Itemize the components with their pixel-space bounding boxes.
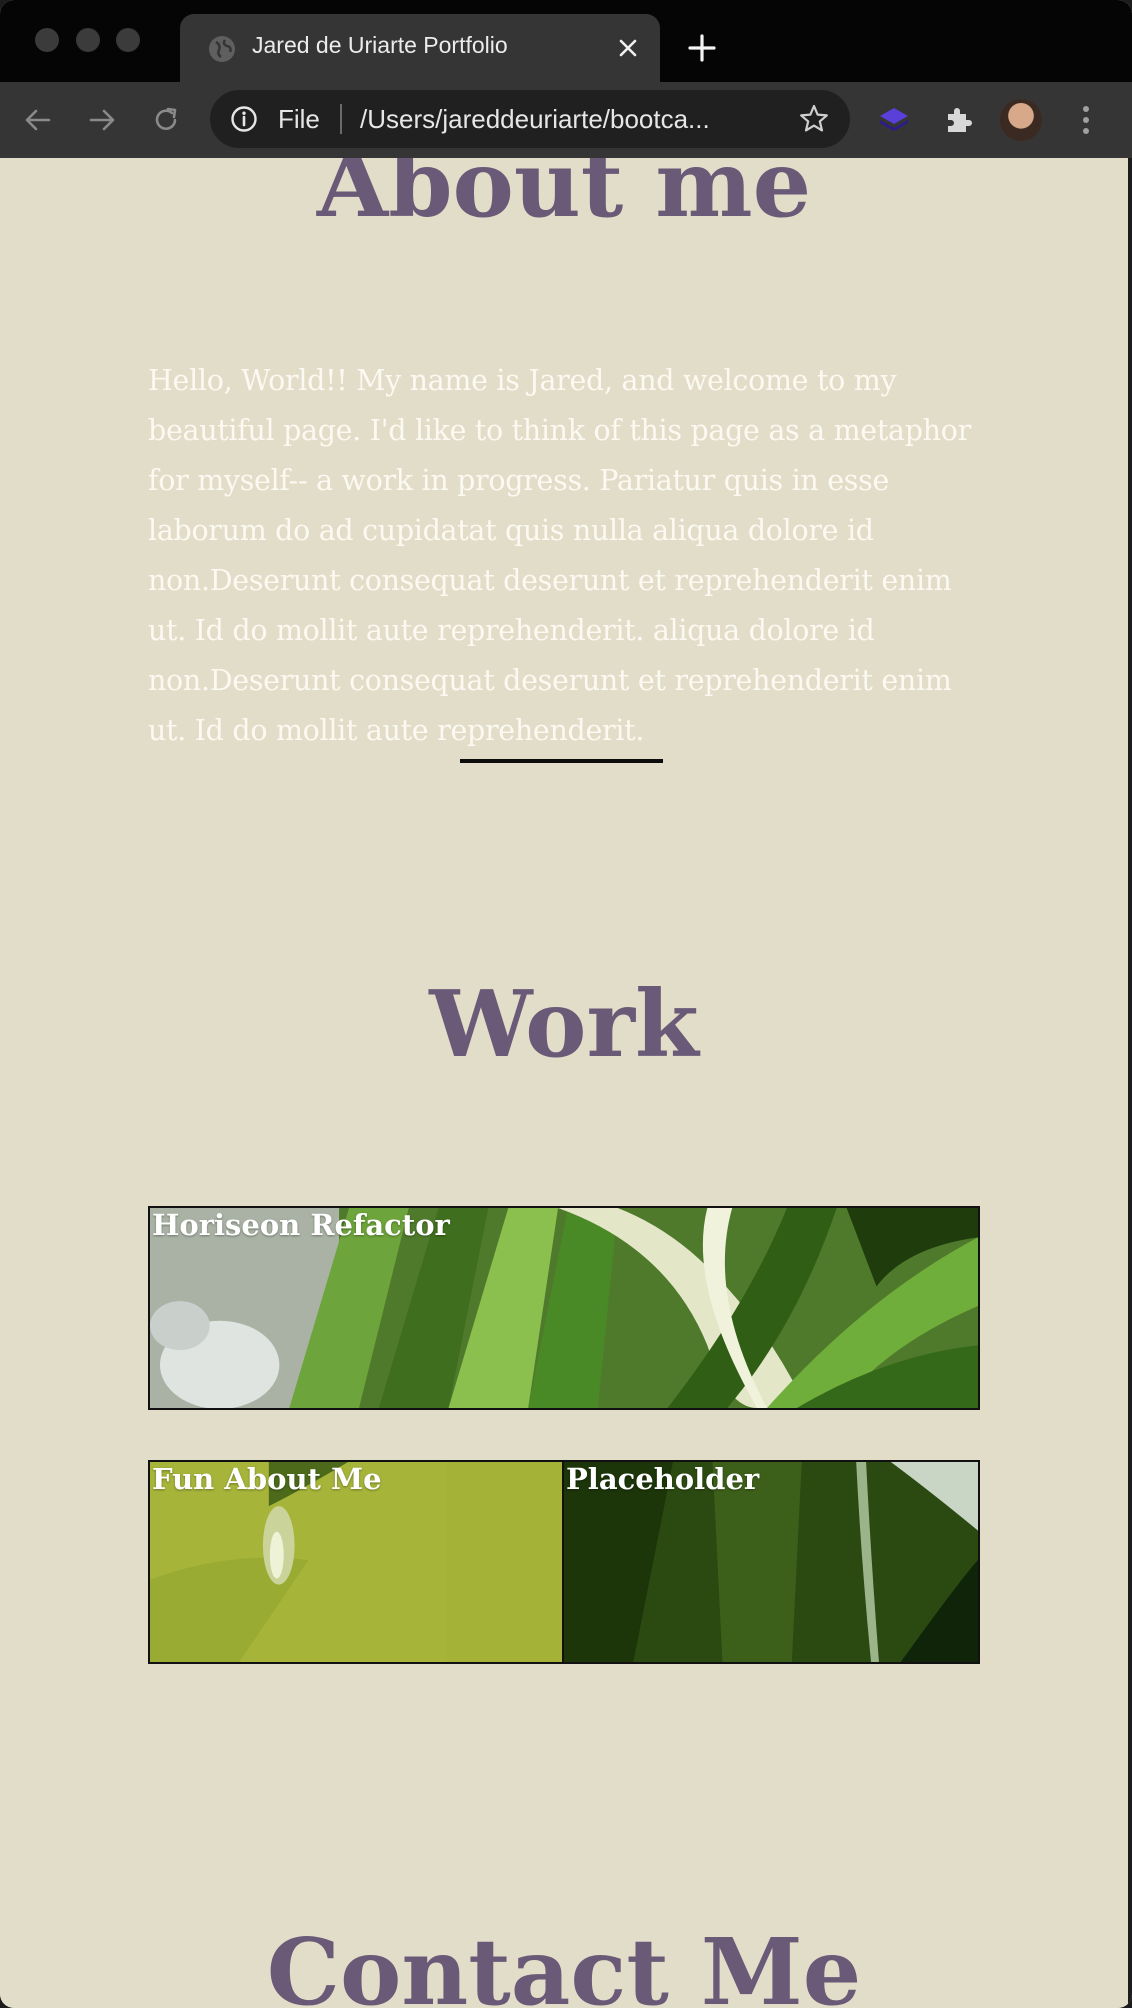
extensions-puzzle-icon[interactable] — [940, 102, 976, 138]
about-paragraph: Hello, World!! My name is Jared, and wel… — [148, 364, 971, 747]
address-scheme-label: File — [278, 104, 320, 134]
reload-icon[interactable] — [150, 104, 182, 136]
window-minimize-light[interactable] — [76, 28, 100, 52]
forward-arrow-icon[interactable] — [86, 104, 118, 136]
window-zoom-light[interactable] — [116, 28, 140, 52]
work-card-label: Placeholder — [566, 1462, 760, 1496]
address-url-text[interactable]: /Users/jareddeuriarte/bootca... — [360, 104, 710, 135]
work-card-fun-about-me[interactable]: Fun About Me — [148, 1460, 564, 1664]
extension-layers-icon[interactable] — [876, 102, 912, 138]
about-heading: About me — [316, 158, 812, 238]
profile-avatar[interactable] — [1000, 99, 1042, 141]
tab-strip: Jared de Uriarte Portfolio — [0, 0, 1132, 82]
work-card-label: Fun About Me — [152, 1462, 382, 1496]
window-edge — [1128, 158, 1132, 2008]
window-close-light[interactable] — [35, 28, 59, 52]
work-card-label: Horiseon Refactor — [152, 1208, 450, 1242]
tab-title: Jared de Uriarte Portfolio — [252, 32, 508, 58]
site-info-icon[interactable] — [230, 105, 258, 133]
work-card-placeholder[interactable]: Placeholder — [562, 1460, 980, 1664]
close-tab-icon[interactable] — [614, 34, 642, 62]
about-divider — [460, 759, 663, 763]
address-bar[interactable]: File /Users/jareddeuriarte/bootca... — [210, 90, 850, 148]
globe-icon — [209, 36, 235, 62]
browser-toolbar: File /Users/jareddeuriarte/bootca... — [0, 82, 1132, 159]
new-tab-plus-icon[interactable] — [686, 32, 718, 64]
contact-heading: Contact Me — [266, 1918, 862, 2008]
bookmark-star-icon[interactable] — [798, 103, 830, 135]
work-heading: Work — [429, 970, 699, 1078]
address-divider — [340, 104, 342, 134]
back-arrow-icon[interactable] — [22, 104, 54, 136]
kebab-menu-icon[interactable] — [1074, 100, 1098, 140]
page-viewport: About me Hello, World!! My name is Jared… — [0, 158, 1128, 2008]
work-card-horiseon-refactor[interactable]: Horiseon Refactor — [148, 1206, 980, 1410]
browser-window: Jared de Uriarte Portfolio File /Users/j… — [0, 0, 1132, 2008]
browser-tab[interactable]: Jared de Uriarte Portfolio — [180, 14, 660, 82]
